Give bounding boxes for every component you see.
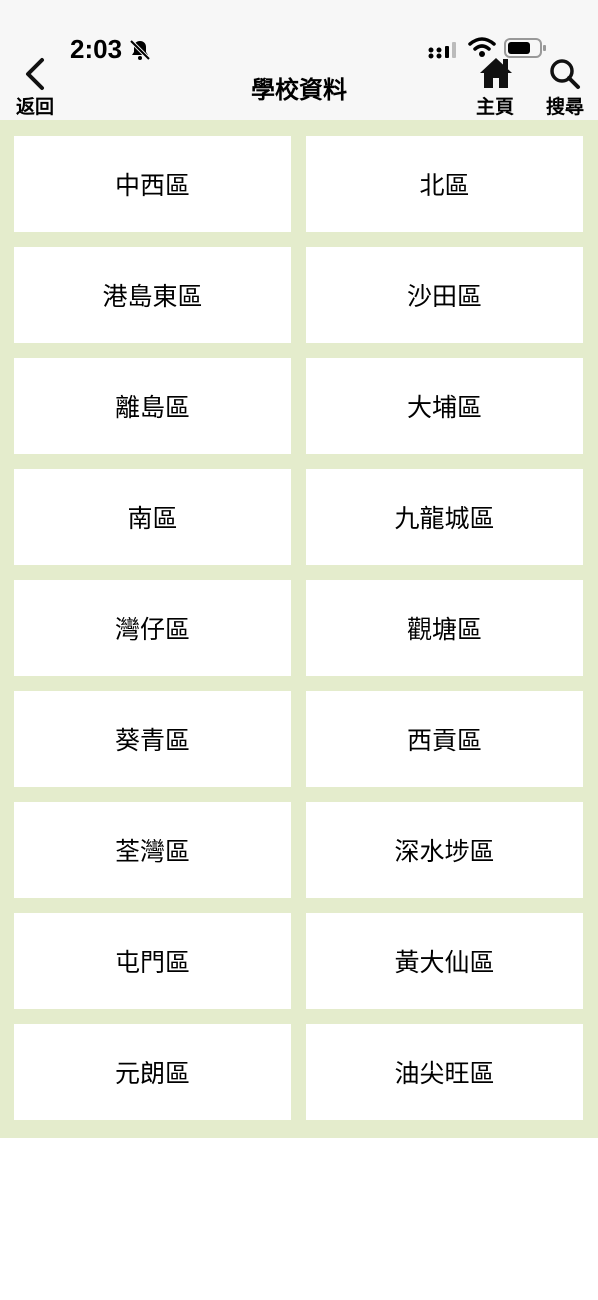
district-wan-chai[interactable]: 灣仔區 <box>14 580 291 676</box>
home-button[interactable]: 主頁 <box>472 56 520 118</box>
district-sai-kung[interactable]: 西貢區 <box>306 691 583 787</box>
district-eastern[interactable]: 港島東區 <box>14 247 291 343</box>
search-button[interactable]: 搜尋 <box>542 56 592 118</box>
district-southern[interactable]: 南區 <box>14 469 291 565</box>
district-yuen-long[interactable]: 元朗區 <box>14 1024 291 1120</box>
search-label: 搜尋 <box>546 96 585 118</box>
wifi-icon <box>468 37 496 57</box>
district-central-western[interactable]: 中西區 <box>14 136 291 232</box>
district-north[interactable]: 北區 <box>306 136 583 232</box>
header: 返回 學校資料 主頁 搜尋 <box>0 58 598 120</box>
cellular-signal-icon <box>428 42 456 59</box>
district-tai-po[interactable]: 大埔區 <box>306 358 583 454</box>
status-time: 2:03 <box>70 34 123 64</box>
status-bar: 2:03 <box>0 0 598 64</box>
search-icon <box>550 59 580 89</box>
district-tuen-mun[interactable]: 屯門區 <box>14 913 291 1009</box>
district-sha-tin[interactable]: 沙田區 <box>306 247 583 343</box>
home-label: 主頁 <box>476 96 515 118</box>
district-kowloon-city[interactable]: 九龍城區 <box>306 469 583 565</box>
district-grid: 中西區 北區 港島東區 沙田區 離島區 大埔區 南區 九龍城區 灣仔區 觀塘區 … <box>14 136 584 1120</box>
home-icon <box>480 58 512 88</box>
battery-icon <box>504 38 546 58</box>
district-sham-shui-po[interactable]: 深水埗區 <box>306 802 583 898</box>
district-islands[interactable]: 離島區 <box>14 358 291 454</box>
district-list-panel: 中西區 北區 港島東區 沙田區 離島區 大埔區 南區 九龍城區 灣仔區 觀塘區 … <box>0 120 598 1138</box>
district-kwun-tong[interactable]: 觀塘區 <box>306 580 583 676</box>
district-tsuen-wan[interactable]: 荃灣區 <box>14 802 291 898</box>
district-yau-tsim-mong[interactable]: 油尖旺區 <box>306 1024 583 1120</box>
district-wong-tai-sin[interactable]: 黃大仙區 <box>306 913 583 1009</box>
district-kwai-tsing[interactable]: 葵青區 <box>14 691 291 787</box>
bell-slash-icon <box>129 39 151 61</box>
